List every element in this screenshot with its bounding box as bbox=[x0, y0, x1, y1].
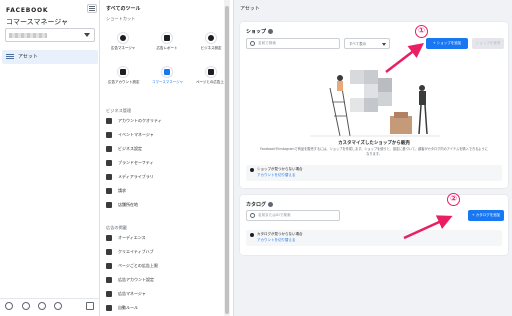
gear-icon bbox=[205, 32, 217, 44]
menu-item-audiences[interactable]: オーディエンス bbox=[106, 233, 224, 243]
menu-item-label: アカウントのクオリティ bbox=[118, 118, 162, 123]
menu-item-media-library[interactable]: メディアライブラリ bbox=[106, 172, 224, 182]
shortcut-business-settings[interactable]: ビジネス設定 bbox=[196, 32, 226, 51]
audience-icon bbox=[106, 235, 112, 241]
creative-hub-icon bbox=[106, 249, 112, 255]
menu-item-ads-manager[interactable]: 広告マネージャ bbox=[106, 289, 224, 299]
all-tools-panel: すべてのツール ショートカット 広告マネージャ 広告レポート ビジネス設定 広告… bbox=[100, 0, 234, 316]
settings-icon[interactable] bbox=[5, 302, 13, 310]
store-icon bbox=[106, 202, 112, 208]
menu-item-page-ad-limits[interactable]: ページごとの広告上限 bbox=[106, 261, 224, 271]
main-content: アセット ショップ 名前で検索 すべて表示 + ショップを追加 ショップを管理 bbox=[234, 0, 512, 316]
menu-item-label: メディアライブラリ bbox=[118, 174, 154, 179]
menu-scrollbar[interactable] bbox=[224, 0, 230, 316]
shortcut-label: ページとの広告上限 bbox=[196, 80, 228, 84]
menu-item-label: ページごとの広告上限 bbox=[118, 263, 158, 268]
shortcut-ads-manager[interactable]: 広告マネージャ bbox=[108, 32, 138, 51]
menu-item-label: 店舗所在地 bbox=[118, 202, 138, 207]
list-icon bbox=[6, 54, 14, 60]
arrow-2 bbox=[403, 215, 453, 240]
facebook-logo: FACEBOOK bbox=[6, 7, 49, 14]
app-title: コマースマネージャ bbox=[6, 18, 68, 26]
menu-item-label: イベントマネージャ bbox=[118, 132, 154, 137]
shortcut-ad-account-settings[interactable]: 広告アカウント設定 bbox=[108, 66, 140, 85]
shortcuts-label: ショートカット bbox=[106, 16, 136, 21]
search-icon[interactable] bbox=[38, 302, 46, 310]
menu-item-label: クリエイティブハブ bbox=[118, 249, 154, 254]
left-nav: FACEBOOK コマースマネージャ アセット bbox=[0, 0, 100, 316]
arrow-1 bbox=[385, 42, 424, 73]
chevron-down-icon bbox=[84, 33, 90, 37]
menu-item-automated-rules[interactable]: 自動ルール bbox=[106, 303, 224, 313]
menu-item-label: ビジネス設定 bbox=[118, 146, 142, 151]
brand-safety-icon bbox=[106, 160, 112, 166]
gear-icon bbox=[106, 146, 112, 152]
menu-item-creative-hub[interactable]: クリエイティブハブ bbox=[106, 247, 224, 257]
shortcut-label: コマースマネージャ bbox=[152, 80, 183, 84]
menu-item-label: ブランドセーフティ bbox=[118, 160, 154, 165]
menu-item-label: 請求 bbox=[118, 188, 126, 193]
ads-manager-icon bbox=[117, 32, 129, 44]
cart-icon bbox=[161, 66, 173, 78]
commerce-manager-window: FACEBOOK コマースマネージャ アセット すべてのツール ショートカット … bbox=[0, 0, 512, 316]
scrollbar-thumb[interactable] bbox=[225, 6, 229, 314]
shortcut-commerce-manager[interactable]: コマースマネージャ bbox=[152, 66, 183, 85]
account-selector[interactable] bbox=[5, 28, 95, 42]
business-management-label: ビジネス管理 bbox=[106, 108, 132, 113]
advertise-label: 広告の掲載 bbox=[106, 225, 127, 230]
menu-item-label: 自動ルール bbox=[118, 305, 138, 310]
menu-item-label: オーディエンス bbox=[118, 235, 146, 240]
page-limit-icon bbox=[205, 66, 217, 78]
report-icon[interactable] bbox=[86, 302, 94, 310]
shield-icon bbox=[106, 118, 112, 124]
menu-item-label: 広告アカウント設定 bbox=[118, 277, 154, 282]
nav-item-assets[interactable]: アセット bbox=[2, 50, 98, 64]
help-icon[interactable] bbox=[54, 302, 62, 310]
shortcut-label: 広告レポート bbox=[156, 46, 178, 50]
annotation-arrows bbox=[385, 42, 453, 240]
billing-icon bbox=[106, 188, 112, 194]
menu-toggle-icon[interactable] bbox=[87, 4, 97, 13]
media-icon bbox=[106, 174, 112, 180]
rules-icon bbox=[106, 305, 112, 311]
shortcut-label: ビジネス設定 bbox=[200, 46, 222, 50]
shortcut-label: 広告アカウント設定 bbox=[108, 80, 140, 84]
menu-item-account-quality[interactable]: アカウントのクオリティ bbox=[106, 116, 224, 126]
bell-icon[interactable] bbox=[22, 302, 30, 310]
reporting-icon bbox=[161, 32, 173, 44]
shortcut-page-ad-limits[interactable]: ページとの広告上限 bbox=[196, 66, 228, 85]
menu-item-brand-safety[interactable]: ブランドセーフティ bbox=[106, 158, 224, 168]
menu-item-billing[interactable]: 請求 bbox=[106, 186, 224, 196]
shortcut-ads-reporting[interactable]: 広告レポート bbox=[152, 32, 182, 51]
menu-item-store-locations[interactable]: 店舗所在地 bbox=[106, 200, 224, 210]
menu-item-business-settings[interactable]: ビジネス設定 bbox=[106, 144, 224, 154]
ads-manager-icon bbox=[106, 291, 112, 297]
nav-item-label: アセット bbox=[18, 54, 38, 60]
menu-item-ad-account-settings[interactable]: 広告アカウント設定 bbox=[106, 275, 224, 285]
ad-account-icon bbox=[106, 277, 112, 283]
shortcut-label: 広告マネージャ bbox=[110, 46, 136, 50]
menu-item-events-manager[interactable]: イベントマネージャ bbox=[106, 130, 224, 140]
ad-account-icon bbox=[117, 66, 129, 78]
account-name-redacted bbox=[9, 33, 47, 38]
menu-item-label: 広告マネージャ bbox=[118, 291, 146, 296]
bottom-toolbar bbox=[0, 298, 100, 312]
events-icon bbox=[106, 132, 112, 138]
page-limit-icon bbox=[106, 263, 112, 269]
all-tools-heading: すべてのツール bbox=[106, 6, 141, 12]
